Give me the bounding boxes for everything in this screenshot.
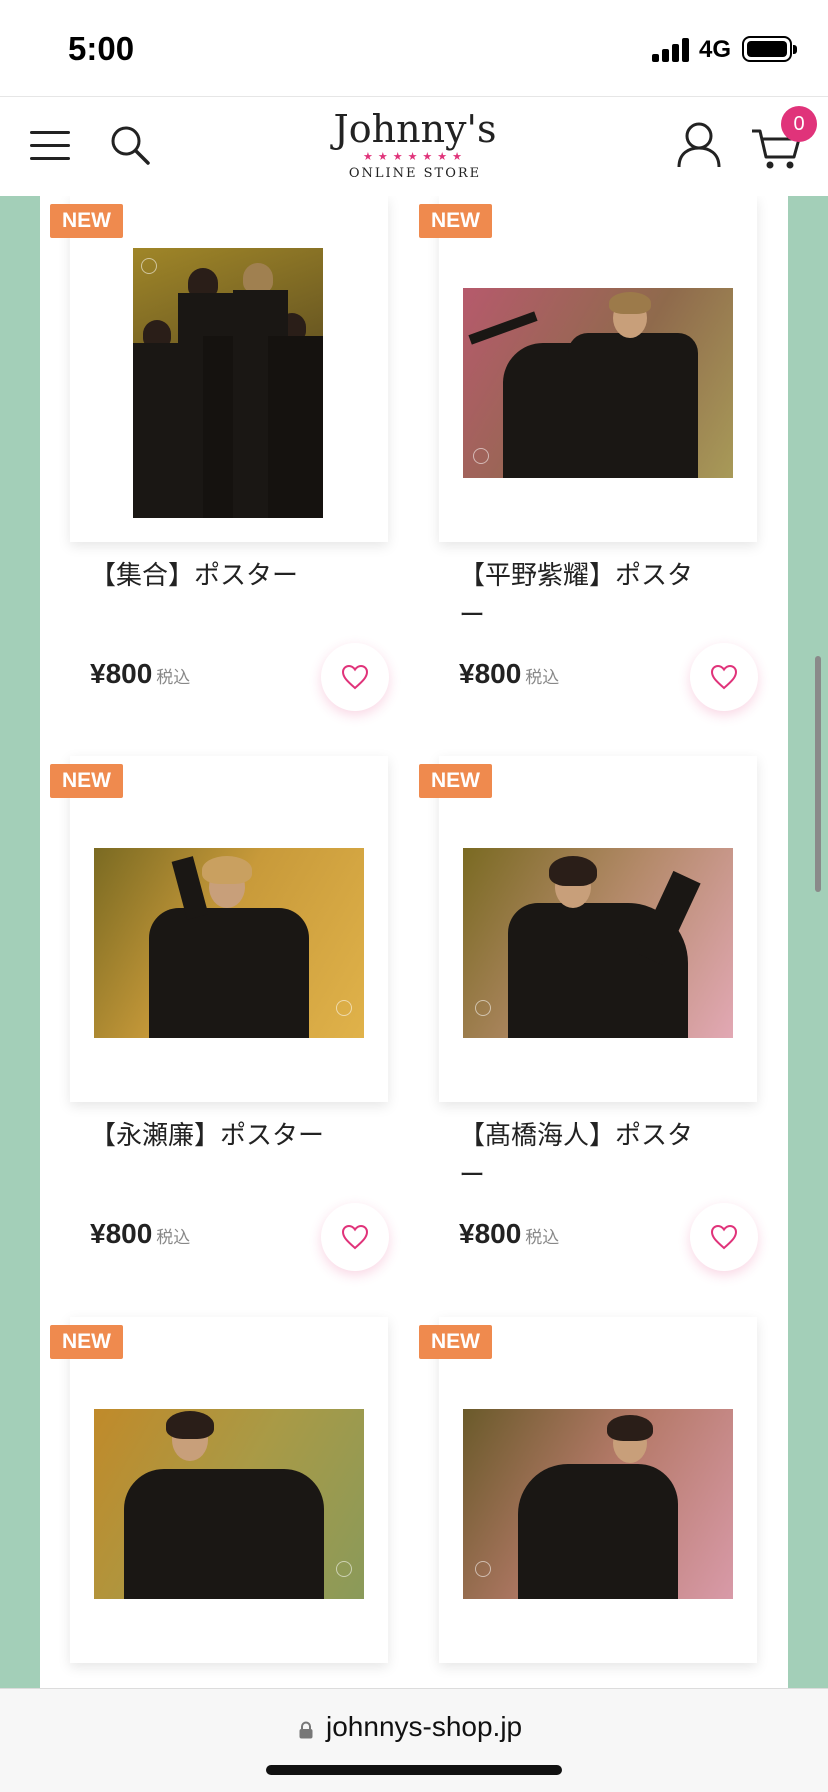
heart-icon [341,1224,369,1250]
search-icon[interactable] [108,123,152,167]
product-card[interactable]: NEW 【平野紫耀】ポスター ¥800 税込 [409,196,779,756]
product-price: ¥800 [90,1218,153,1249]
lock-icon [299,1721,313,1739]
new-badge: NEW [419,764,492,798]
product-image-frame[interactable] [70,196,388,542]
product-image-frame[interactable] [439,1317,757,1663]
product-image[interactable] [463,848,733,1038]
logo-subtitle: ONLINE STORE [348,166,482,181]
account-icon[interactable] [676,121,722,169]
logo-text: Johnny's [333,107,497,151]
home-indicator[interactable] [266,1765,562,1775]
tax-label: 税込 [525,1228,560,1248]
site-header: Johnny's ★★★★★★★ ONLINE STORE 0 [0,96,828,196]
new-badge: NEW [419,1325,492,1359]
product-name[interactable]: 【平野紫耀】ポスター [459,556,714,636]
product-grid: NEW 【集合】ポスター ¥800 税込 NEW 【平野紫耀】ポスター ¥800… [40,196,788,1688]
cart-count-badge: 0 [781,106,817,142]
site-logo[interactable]: Johnny's ★★★★★★★ ONLINE STORE [330,107,500,191]
price-row: ¥800 税込 [459,658,559,690]
product-card[interactable]: NEW 【永瀬廉】ポスター ¥800 税込 [40,756,410,1316]
product-grid-area: NEW 【集合】ポスター ¥800 税込 NEW 【平野紫耀】ポスター ¥800… [0,196,828,1688]
product-name[interactable]: 【集合】ポスター [90,556,390,596]
product-card[interactable]: NEW [409,1317,779,1688]
favorite-button[interactable] [321,643,389,711]
product-image[interactable] [94,1409,364,1599]
status-time: 5:00 [68,30,135,67]
logo-stars: ★★★★★★★ [362,150,468,163]
product-image[interactable] [463,288,733,478]
product-price: ¥800 [90,658,153,689]
status-bar: 5:00 4G [0,0,828,96]
new-badge: NEW [50,764,123,798]
heart-icon [341,664,369,690]
heart-icon [710,664,738,690]
product-card[interactable]: NEW 【髙橋海人】ポスター ¥800 税込 [409,756,779,1316]
product-image-frame[interactable] [70,756,388,1102]
new-badge: NEW [50,1325,123,1359]
product-name[interactable]: 【髙橋海人】ポスター [459,1116,714,1196]
heart-icon [710,1224,738,1250]
product-image-frame[interactable] [439,196,757,542]
favorite-button[interactable] [690,1203,758,1271]
favorite-button[interactable] [321,1203,389,1271]
url-text[interactable]: johnnys-shop.jp [326,1711,522,1743]
scrollbar-thumb[interactable] [815,656,821,892]
favorite-button[interactable] [690,643,758,711]
product-price: ¥800 [459,1218,522,1249]
product-image[interactable] [94,848,364,1038]
network-label: 4G [699,36,732,63]
product-card[interactable]: NEW 【集合】ポスター ¥800 税込 [40,196,410,756]
product-card[interactable]: NEW [40,1317,410,1688]
product-price: ¥800 [459,658,522,689]
tax-label: 税込 [156,668,191,688]
tax-label: 税込 [525,668,560,688]
signal-icon [652,38,690,62]
battery-icon [742,36,797,62]
price-row: ¥800 税込 [90,658,190,690]
product-image[interactable] [463,1409,733,1599]
new-badge: NEW [50,204,123,238]
tax-label: 税込 [156,1228,191,1248]
browser-address-bar[interactable]: johnnys-shop.jp [0,1688,828,1792]
price-row: ¥800 税込 [459,1218,559,1250]
product-image[interactable] [133,248,323,518]
product-image-frame[interactable] [439,756,757,1102]
new-badge: NEW [419,204,492,238]
product-image-frame[interactable] [70,1317,388,1663]
product-name[interactable]: 【永瀬廉】ポスター [90,1116,390,1156]
hamburger-menu-icon[interactable] [30,131,70,161]
price-row: ¥800 税込 [90,1218,190,1250]
